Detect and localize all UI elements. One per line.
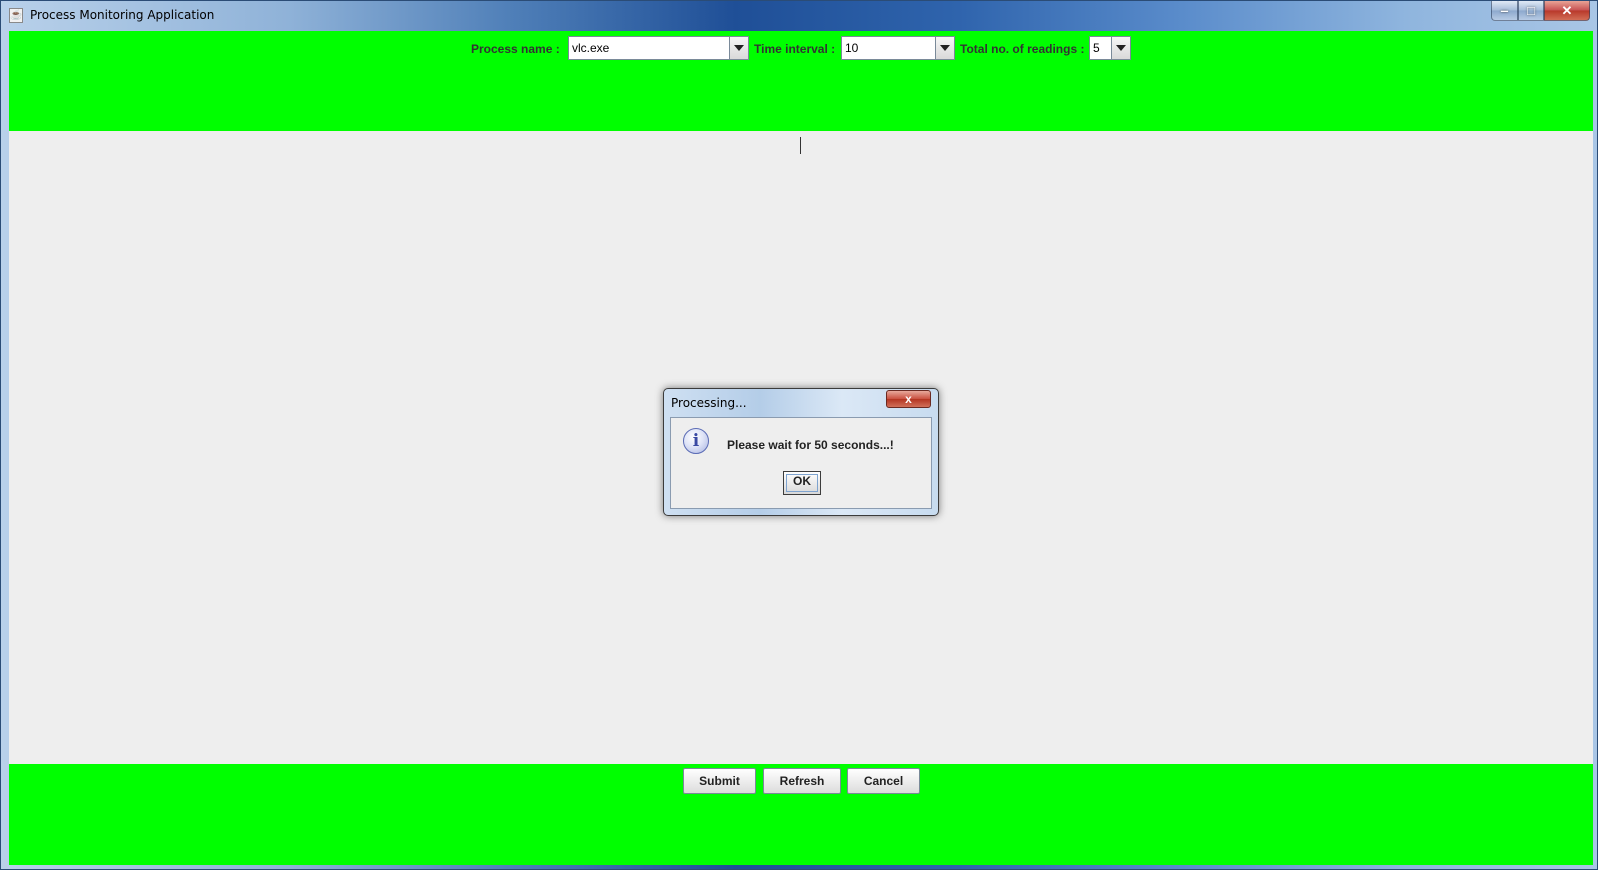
settings-panel: Process name : vlc.exe Time interval : 1… — [9, 31, 1593, 131]
dialog-close-button[interactable]: x — [886, 390, 931, 408]
process-name-combo[interactable]: vlc.exe — [568, 36, 749, 60]
total-readings-combo[interactable]: 5 — [1089, 36, 1131, 60]
time-interval-combo[interactable]: 10 — [841, 36, 955, 60]
dialog-body: i Please wait for 50 seconds...! OK — [670, 417, 932, 509]
ok-button-label: OK — [793, 474, 811, 488]
application-window: ☕ Process Monitoring Application ‒ □ ✕ P… — [0, 0, 1598, 870]
process-name-value: vlc.exe — [572, 41, 610, 55]
information-icon: i — [683, 428, 709, 454]
refresh-button[interactable]: Refresh — [763, 768, 841, 794]
submit-button[interactable]: Submit — [683, 768, 756, 794]
dialog-message: Please wait for 50 seconds...! — [727, 438, 894, 452]
chevron-down-icon[interactable] — [1111, 37, 1130, 59]
time-interval-label: Time interval : — [754, 42, 836, 56]
title-bar[interactable]: ☕ Process Monitoring Application ‒ □ ✕ — [1, 1, 1597, 30]
ok-button[interactable]: OK — [783, 471, 821, 495]
cancel-button[interactable]: Cancel — [847, 768, 920, 794]
text-caret — [800, 137, 801, 154]
window-title: Process Monitoring Application — [30, 8, 215, 22]
maximize-icon: □ — [1527, 3, 1535, 18]
chevron-down-icon[interactable] — [729, 37, 748, 59]
process-name-label: Process name : — [471, 42, 560, 56]
close-window-button[interactable]: ✕ — [1544, 1, 1590, 21]
time-interval-value: 10 — [845, 41, 859, 55]
maximize-button[interactable]: □ — [1518, 1, 1544, 21]
chevron-down-icon[interactable] — [935, 37, 954, 59]
dialog-title: Processing... — [671, 396, 747, 410]
java-app-icon: ☕ — [9, 8, 23, 23]
total-readings-value: 5 — [1093, 41, 1100, 55]
minimize-button[interactable]: ‒ — [1491, 1, 1518, 21]
processing-dialog: Processing... x i Please wait for 50 sec… — [663, 388, 939, 516]
close-icon: ✕ — [1561, 3, 1573, 18]
minimize-icon: ‒ — [1500, 3, 1509, 18]
total-readings-label: Total no. of readings : — [960, 42, 1085, 56]
